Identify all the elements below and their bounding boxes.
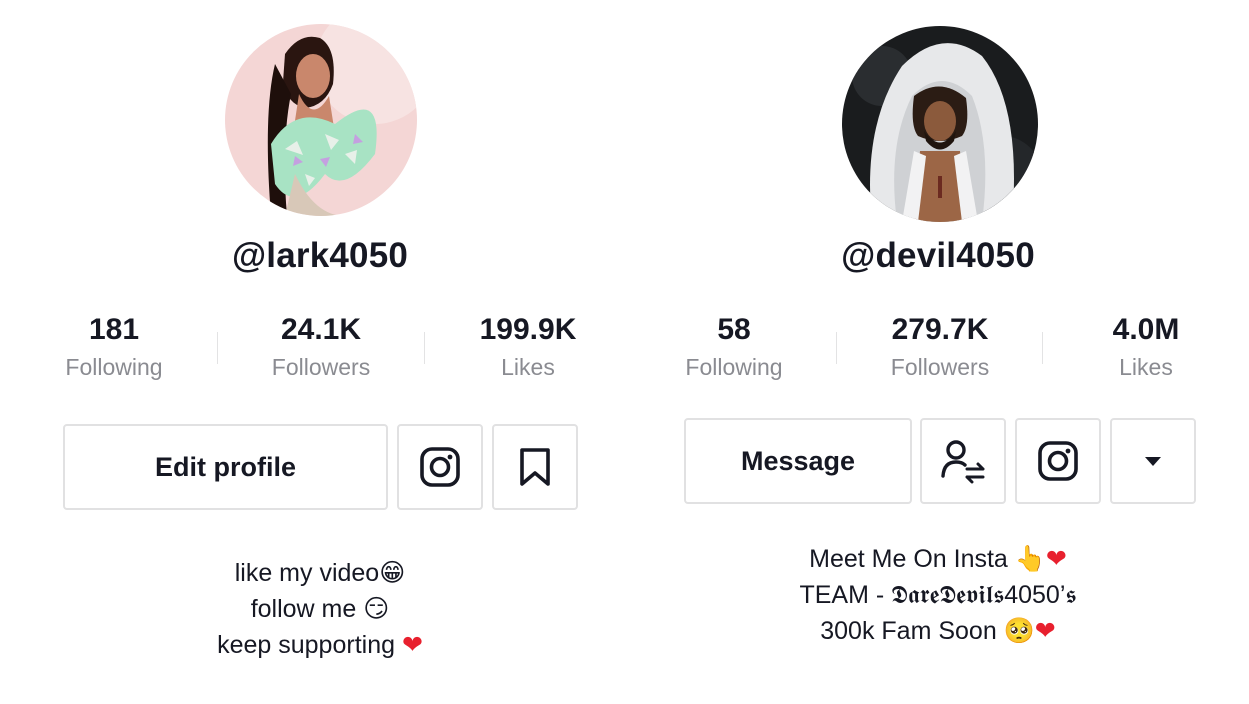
instagram-button[interactable] bbox=[397, 424, 483, 510]
instagram-icon bbox=[1038, 441, 1078, 481]
pleading-heart-emoji: 🥺❤ bbox=[1003, 616, 1056, 645]
edit-profile-label: Edit profile bbox=[155, 451, 296, 482]
stat-followers[interactable]: 279.7K Followers bbox=[840, 310, 1040, 381]
bio: like my video😁 follow me 😏 keep supporti… bbox=[120, 555, 520, 663]
stat-following[interactable]: 181 Following bbox=[14, 310, 214, 381]
message-button[interactable]: Message bbox=[684, 418, 912, 504]
following-label: Following bbox=[65, 354, 163, 380]
bio-line: 300k Fam Soon 🥺❤ bbox=[738, 613, 1138, 649]
bio: Meet Me On Insta 👆❤ TEAM - 𝕯𝖆𝖗𝖊𝕯𝖊𝖛𝖎𝖑𝖘405… bbox=[738, 541, 1138, 649]
message-label: Message bbox=[740, 445, 856, 476]
likes-count: 4.0M bbox=[1112, 313, 1180, 346]
bio-text: Meet Me On Insta bbox=[809, 545, 1015, 573]
avatar-image bbox=[225, 24, 417, 216]
stat-divider bbox=[1042, 332, 1043, 364]
follow-back-button[interactable] bbox=[920, 418, 1006, 504]
bookmark-icon bbox=[520, 448, 550, 486]
stat-followers[interactable]: 24.1K Followers bbox=[221, 310, 421, 381]
likes-label: Likes bbox=[501, 354, 555, 380]
user-swap-icon bbox=[941, 440, 985, 484]
smirk-emoji: 😏 bbox=[363, 594, 390, 623]
bio-text: follow me bbox=[250, 595, 364, 623]
avatar[interactable] bbox=[842, 26, 1038, 222]
avatar[interactable] bbox=[225, 24, 417, 216]
stat-divider bbox=[217, 332, 218, 364]
more-dropdown-button[interactable] bbox=[1110, 418, 1196, 504]
bio-line: like my video😁 bbox=[120, 555, 520, 591]
stat-divider bbox=[424, 332, 425, 364]
profile-devil4050: @devil4050 58 Following 279.7K Followers… bbox=[625, 0, 1249, 704]
instagram-button[interactable] bbox=[1015, 418, 1101, 504]
stat-likes[interactable]: 199.9K Likes bbox=[428, 310, 628, 381]
bio-text: 300k Fam Soon bbox=[820, 617, 1004, 645]
point-up-heart-emoji: 👆❤ bbox=[1014, 544, 1067, 573]
stat-following[interactable]: 58 Following bbox=[634, 310, 834, 381]
bio-line: keep supporting ❤ bbox=[120, 627, 520, 663]
avatar-image bbox=[842, 26, 1038, 222]
heart-emoji: ❤ bbox=[401, 630, 423, 659]
caret-down-icon bbox=[1145, 457, 1161, 466]
instagram-icon bbox=[420, 447, 460, 487]
bio-text: like my video bbox=[234, 559, 380, 587]
following-count: 58 bbox=[717, 313, 751, 346]
stat-likes[interactable]: 4.0M Likes bbox=[1046, 310, 1246, 381]
followers-count: 279.7K bbox=[891, 313, 989, 346]
profile-lark4050: @lark4050 181 Following 24.1K Followers … bbox=[0, 0, 640, 704]
username: @lark4050 bbox=[231, 236, 409, 275]
likes-label: Likes bbox=[1119, 354, 1173, 380]
bio-text: keep supporting bbox=[217, 631, 402, 659]
bio-text: TEAM - 𝕯𝖆𝖗𝖊𝕯𝖊𝖛𝖎𝖑𝖘4050’𝖘 bbox=[799, 581, 1077, 609]
bio-line: follow me 😏 bbox=[120, 591, 520, 627]
following-count: 181 bbox=[88, 313, 140, 346]
likes-count: 199.9K bbox=[479, 313, 577, 346]
bio-line: TEAM - 𝕯𝖆𝖗𝖊𝕯𝖊𝖛𝖎𝖑𝖘4050’𝖘 bbox=[738, 577, 1138, 613]
stat-divider bbox=[836, 332, 837, 364]
edit-profile-button[interactable]: Edit profile bbox=[63, 424, 388, 510]
following-label: Following bbox=[685, 354, 783, 380]
bio-line: Meet Me On Insta 👆❤ bbox=[738, 541, 1138, 577]
followers-count: 24.1K bbox=[280, 313, 362, 346]
username: @devil4050 bbox=[841, 236, 1035, 275]
followers-label: Followers bbox=[271, 354, 371, 380]
grin-emoji: 😁 bbox=[379, 558, 406, 587]
followers-label: Followers bbox=[890, 354, 990, 380]
favorites-button[interactable] bbox=[492, 424, 578, 510]
